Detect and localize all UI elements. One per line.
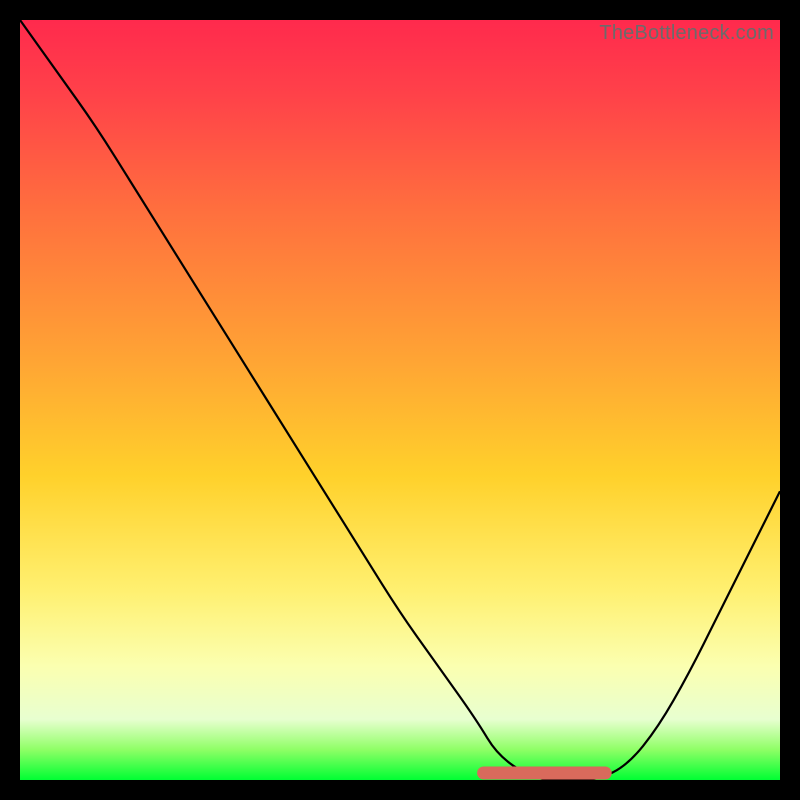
chart-svg bbox=[20, 20, 780, 780]
chart-frame: TheBottleneck.com bbox=[0, 0, 800, 800]
chart-plot-area: TheBottleneck.com bbox=[20, 20, 780, 780]
bottleneck-curve-path bbox=[20, 20, 780, 780]
